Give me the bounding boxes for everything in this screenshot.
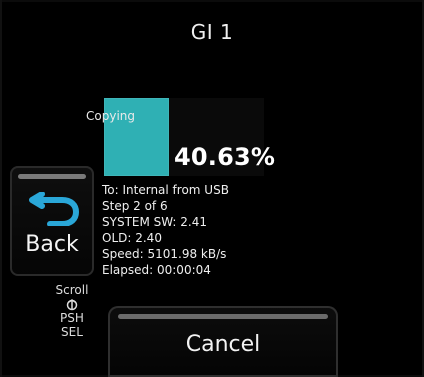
screen-edge-left bbox=[0, 0, 2, 377]
info-system-sw: SYSTEM SW: 2.41 bbox=[102, 215, 207, 229]
info-elapsed: Elapsed: 00:00:04 bbox=[102, 263, 211, 277]
screen: GI 1 Copying 40.63% Back Scroll PSH SEL … bbox=[0, 0, 424, 377]
scroll-hint-line3: SEL bbox=[61, 325, 83, 339]
info-step: Step 2 of 6 bbox=[102, 199, 168, 213]
cancel-button[interactable]: Cancel bbox=[108, 306, 338, 377]
scroll-psh-sel-hint: Scroll PSH SEL bbox=[42, 283, 102, 339]
info-destination: To: Internal from USB bbox=[102, 183, 229, 197]
info-old: OLD: 2.40 bbox=[102, 231, 162, 245]
scroll-hint-line2: PSH bbox=[60, 311, 84, 325]
back-label: Back bbox=[25, 232, 79, 257]
info-speed: Speed: 5101.98 kB/s bbox=[102, 247, 227, 261]
back-arrow-icon bbox=[29, 192, 79, 226]
scroll-hint-line1: Scroll bbox=[55, 283, 89, 297]
cancel-label: Cancel bbox=[185, 332, 261, 357]
page-title: GI 1 bbox=[190, 20, 234, 44]
progress-label: Copying bbox=[86, 109, 135, 123]
progress-percent: 40.63% bbox=[174, 143, 276, 171]
knob-icon bbox=[66, 299, 78, 311]
back-button[interactable]: Back bbox=[10, 166, 94, 276]
copy-info: To: Internal from USB Step 2 of 6 SYSTEM… bbox=[102, 182, 229, 278]
